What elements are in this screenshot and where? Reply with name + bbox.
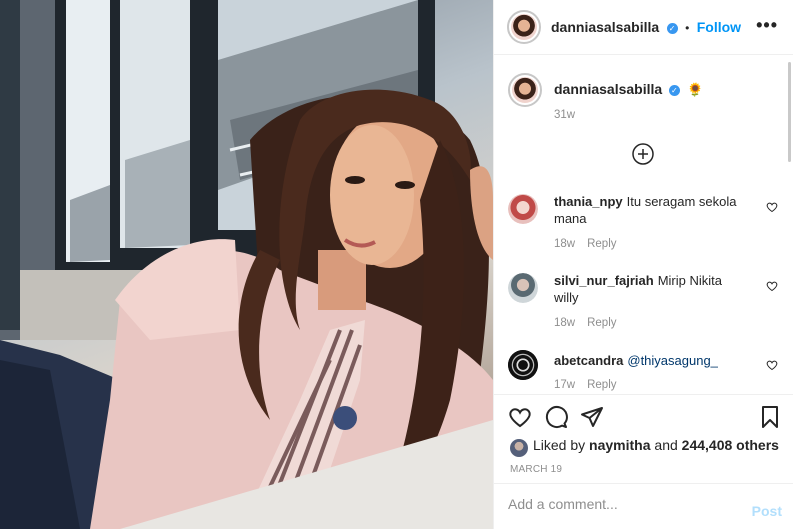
add-comment-bar: Post <box>494 483 793 529</box>
comment-username[interactable]: thania_npy <box>554 194 623 209</box>
comment-input[interactable] <box>508 496 738 512</box>
comments-section[interactable]: danniasalsabilla ✓ 🌻 31w thania_npy Itu s… <box>494 56 793 393</box>
comment-username[interactable]: silvi_nur_fajriah <box>554 273 654 288</box>
likes-count[interactable]: 244,408 others <box>682 437 779 453</box>
commenter-avatar[interactable] <box>508 350 538 380</box>
separator-dot: • <box>685 21 690 35</box>
comment-item: abetcandra @thiyasagung_ 17w Reply <box>508 350 784 393</box>
like-comment-heart-icon[interactable] <box>766 280 778 292</box>
comment-mention[interactable]: @thiyasagung_ <box>627 353 718 368</box>
more-options-icon[interactable]: ••• <box>756 15 778 36</box>
comment-item: thania_npy Itu seragam sekola mana 18w Rep… <box>508 192 784 258</box>
post-detail-panel: danniasalsabilla ✓ • Follow ••• danniasa… <box>493 0 793 529</box>
like-heart-icon[interactable] <box>508 405 532 429</box>
caption-time[interactable]: 31w <box>554 109 575 121</box>
caption-avatar[interactable] <box>508 73 542 107</box>
caption: danniasalsabilla ✓ 🌻 31w <box>508 73 784 143</box>
likes-user[interactable]: naymitha <box>589 437 650 453</box>
comment-time[interactable]: 18w <box>554 317 575 329</box>
likes-summary: Liked by naymitha and 244,408 others <box>533 437 779 453</box>
save-bookmark-icon[interactable] <box>758 405 782 429</box>
reply-button[interactable]: Reply <box>587 379 616 391</box>
verified-badge-icon: ✓ <box>666 23 678 34</box>
comments-scrollbar[interactable] <box>788 62 791 162</box>
caption-emoji: 🌻 <box>687 82 704 97</box>
load-more-comments-icon[interactable] <box>632 143 654 165</box>
reply-button[interactable]: Reply <box>587 317 616 329</box>
verified-badge-icon: ✓ <box>668 85 680 96</box>
commenter-avatar[interactable] <box>508 273 538 303</box>
caption-username[interactable]: danniasalsabilla <box>554 81 662 97</box>
share-paper-plane-icon[interactable] <box>580 405 604 429</box>
author-avatar[interactable] <box>507 10 541 44</box>
like-comment-heart-icon[interactable] <box>766 201 778 213</box>
liker-avatar[interactable] <box>510 439 528 457</box>
post-date[interactable]: MARCH 19 <box>510 464 562 475</box>
follow-button[interactable]: Follow <box>697 19 741 35</box>
comment-time[interactable]: 17w <box>554 379 575 391</box>
post-comment-button[interactable]: Post <box>752 503 782 519</box>
post-header: danniasalsabilla ✓ • Follow ••• <box>494 0 793 55</box>
comment-time[interactable]: 18w <box>554 238 575 250</box>
post-actions: Liked by naymitha and 244,408 others MAR… <box>494 394 793 482</box>
comment-item: silvi_nur_fajriah Mirip Nikita willy 18w R… <box>508 271 784 337</box>
like-comment-heart-icon[interactable] <box>766 359 778 371</box>
likes-prefix: Liked by <box>533 437 586 453</box>
reply-button[interactable]: Reply <box>587 238 616 250</box>
post-photo[interactable] <box>0 0 493 529</box>
likes-and: and <box>654 437 678 453</box>
author-username[interactable]: danniasalsabilla <box>551 19 659 35</box>
commenter-avatar[interactable] <box>508 194 538 224</box>
comment-bubble-icon[interactable] <box>544 405 568 429</box>
post-photo-illustration <box>0 0 493 529</box>
comment-username[interactable]: abetcandra <box>554 353 623 368</box>
